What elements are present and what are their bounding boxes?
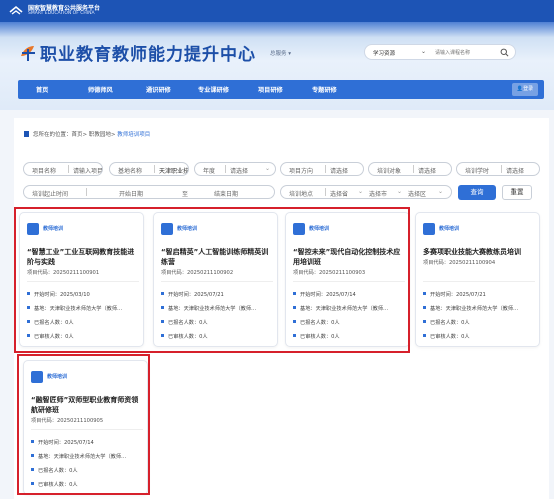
- org-name-en: SMART EDUCATION OF CHINA: [28, 11, 95, 16]
- breadcrumb: 您所在的位置：首页> 职教园地> 教师培训项目: [24, 130, 150, 138]
- nav-item-professional[interactable]: 专业课研修: [198, 85, 229, 94]
- highlight-box: [14, 207, 410, 353]
- login-button[interactable]: 👤登录: [512, 83, 538, 96]
- nav-item-ethics[interactable]: 师德师风: [88, 85, 113, 94]
- breadcrumb-current: 教师培训项目: [117, 132, 151, 138]
- filter-year[interactable]: 年度 请选择 ⌄: [194, 162, 276, 176]
- breadcrumb-marker: [24, 131, 29, 137]
- card-base: 基地：天津职业技术师范大学（教师…: [423, 305, 536, 312]
- project-card[interactable]: 教师培训 多赛项职业技能大赛教练员培训 项目代码：20250211100904 …: [415, 212, 540, 347]
- chevron-down-icon[interactable]: ⌄: [421, 48, 426, 55]
- card-enrolled: 已报名人数：0人: [423, 319, 536, 326]
- region-selector[interactable]: 总服务 ▾: [270, 49, 291, 57]
- card-code: 项目代码：20250211100904: [423, 260, 496, 266]
- main-nav: 首页 师德师风 通识研修 专业课研修 项目研修 专题研修 👤登录: [18, 80, 544, 99]
- card-title[interactable]: 多赛项职业技能大赛教练员培训: [423, 247, 535, 257]
- nav-item-topic[interactable]: 专题研修: [312, 85, 337, 94]
- province-select[interactable]: 选择省: [330, 189, 348, 198]
- filter-hours[interactable]: 培训学时 请选择: [456, 162, 540, 176]
- card-start: 开始时间：2025/07/21: [423, 291, 536, 298]
- search-type-select[interactable]: 学习资源: [373, 49, 395, 57]
- page-title: 职业教育教师能力提升中心: [40, 45, 256, 65]
- breadcrumb-path[interactable]: 首页> 职教园地>: [72, 132, 118, 138]
- nav-item-project[interactable]: 项目研修: [258, 85, 283, 94]
- reset-button[interactable]: 重置: [502, 185, 532, 200]
- filter-period[interactable]: 培训起止时间 开始日期 至 结束日期: [23, 185, 275, 199]
- filter-base-name[interactable]: 基地名称 天津职业技术师范大学: [109, 162, 189, 176]
- search-bar: 学习资源 ⌄: [364, 44, 516, 60]
- filter-direction[interactable]: 项目方向 请选择: [280, 162, 364, 176]
- leaf-logo-icon: [21, 46, 35, 61]
- city-select[interactable]: 选择市: [369, 189, 387, 198]
- search-icon[interactable]: [500, 48, 509, 57]
- nav-item-home[interactable]: 首页: [36, 85, 48, 94]
- nav-item-general[interactable]: 通识研修: [146, 85, 171, 94]
- end-date-input[interactable]: 结束日期: [214, 189, 238, 198]
- search-input[interactable]: [435, 48, 495, 57]
- teacher-training-icon: [423, 223, 435, 235]
- filter-target[interactable]: 培训对象 请选择: [368, 162, 452, 176]
- education-logo-icon[interactable]: [8, 3, 24, 19]
- highlight-box: [17, 354, 150, 495]
- start-date-input[interactable]: 开始日期: [119, 189, 143, 198]
- card-reviewed: 已审核人数：0人: [423, 333, 536, 340]
- search-button[interactable]: 查询: [458, 185, 496, 200]
- filter-location[interactable]: 培训地点 选择省 ⌄ 选择市 ⌄ 选择区 ⌄: [280, 185, 452, 199]
- filter-project-name[interactable]: 项目名称 请输入项目名称: [23, 162, 103, 176]
- district-select[interactable]: 选择区: [408, 189, 426, 198]
